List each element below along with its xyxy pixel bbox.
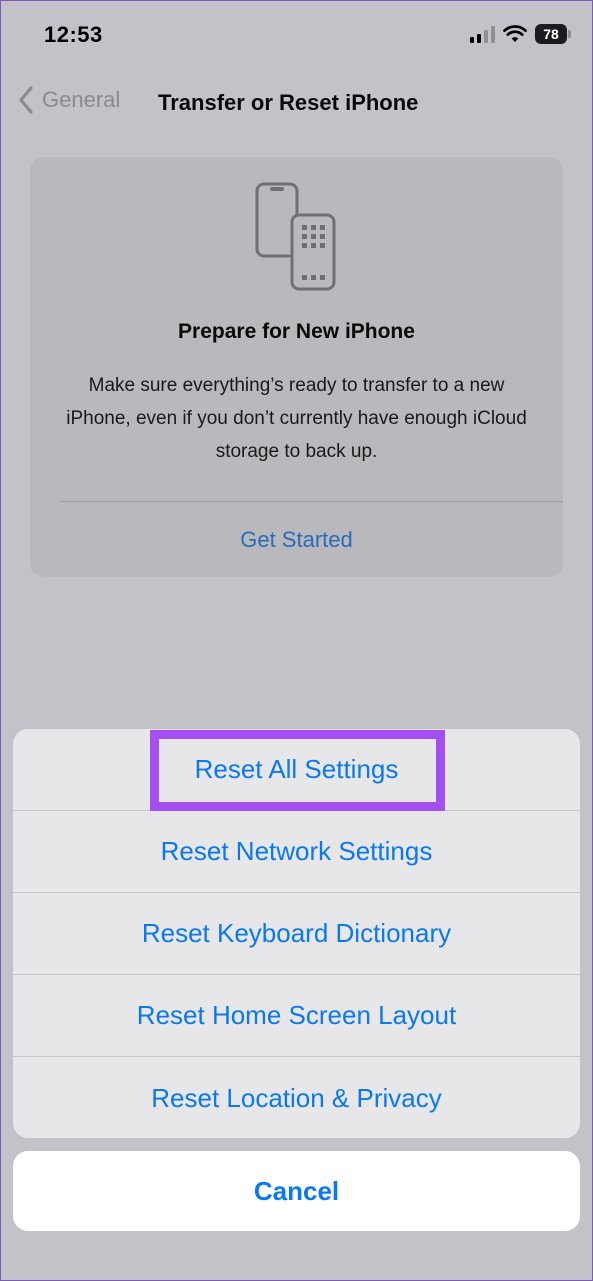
status-bar: 12:53 78 — [0, 0, 593, 72]
battery-icon: 78 — [535, 24, 571, 44]
highlight-box — [150, 730, 445, 811]
status-indicators: 78 — [470, 24, 571, 44]
card-title: Prepare for New iPhone — [178, 320, 415, 343]
page-title: Transfer or Reset iPhone — [158, 90, 419, 115]
prepare-card: Prepare for New iPhone Make sure everyth… — [30, 157, 563, 577]
back-label: General — [42, 87, 121, 112]
action-label: Reset Home Screen Layout — [136, 1000, 457, 1030]
action-label: Reset Location & Privacy — [151, 1082, 442, 1113]
reset-location-privacy-button[interactable]: Reset Location & Privacy — [13, 1057, 580, 1138]
battery-level: 78 — [543, 26, 559, 42]
reset-network-settings-button[interactable]: Reset Network Settings — [13, 811, 580, 893]
phones-transfer-icon — [255, 182, 336, 291]
navigation-bar: General Transfer or Reset iPhone — [0, 78, 593, 126]
back-button[interactable]: General — [18, 86, 120, 114]
get-started-button[interactable]: Get Started — [30, 527, 563, 553]
card-divider — [60, 501, 563, 502]
reset-action-sheet: Reset All Settings Reset Network Setting… — [13, 729, 580, 1138]
status-time: 12:53 — [44, 22, 103, 47]
card-description: Make sure everything’s ready to transfer… — [66, 375, 527, 462]
action-label: Reset Network Settings — [160, 836, 433, 866]
signal-icon — [470, 25, 495, 43]
action-label: Reset Keyboard Dictionary — [141, 918, 452, 948]
reset-all-settings-button[interactable]: Reset All Settings — [13, 729, 580, 811]
reset-keyboard-dictionary-button[interactable]: Reset Keyboard Dictionary — [13, 893, 580, 975]
cancel-button[interactable]: Cancel — [13, 1151, 580, 1231]
reset-home-screen-layout-button[interactable]: Reset Home Screen Layout — [13, 975, 580, 1057]
chevron-left-icon — [19, 86, 33, 114]
wifi-icon — [503, 25, 527, 42]
